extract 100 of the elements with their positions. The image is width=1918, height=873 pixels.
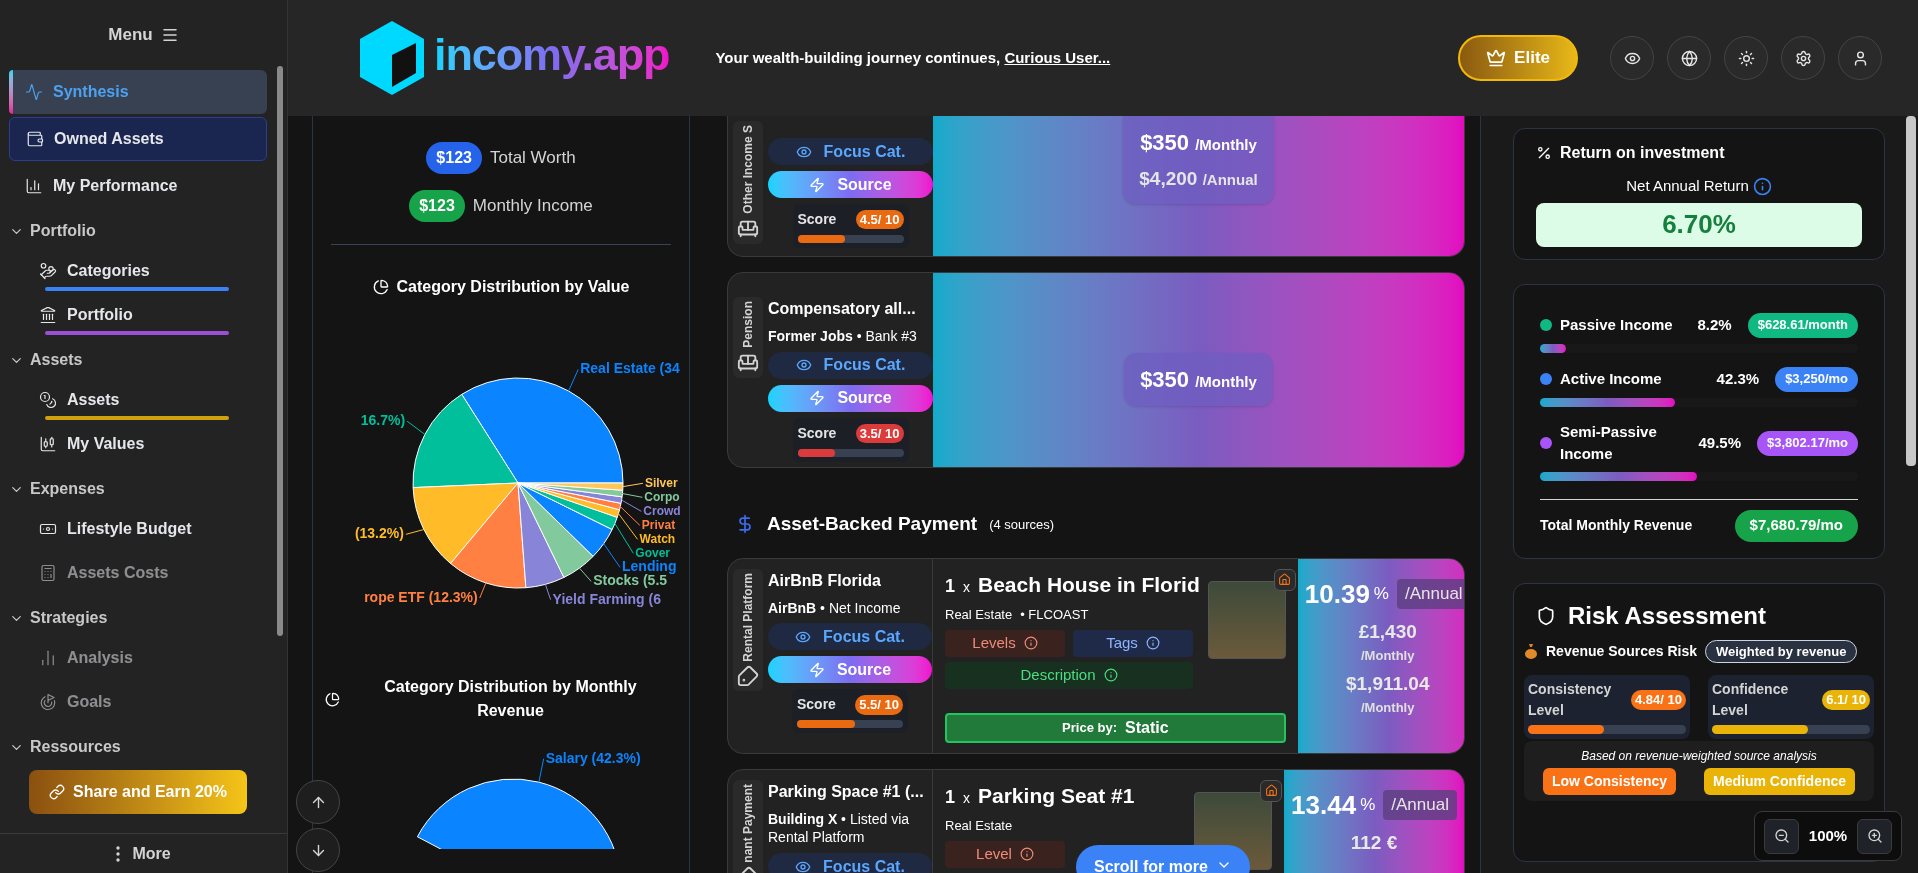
sun-button[interactable] [1724, 36, 1768, 80]
asset-quantity: 1 [945, 785, 955, 809]
income-amount: $3,802.17/mo [1757, 430, 1858, 456]
nav-item[interactable]: My Values [9, 422, 267, 466]
bank-icon [39, 306, 57, 324]
levels-button[interactable]: Level [945, 840, 1065, 868]
globe-button[interactable] [1667, 36, 1711, 80]
source-button[interactable]: Source [768, 384, 933, 412]
metric-label: Consistency Level [1528, 680, 1613, 720]
source-title: Compensatory all... [768, 299, 917, 319]
source-button[interactable]: Source [768, 171, 933, 198]
slice-label: Corpo [644, 490, 680, 505]
menu-icon[interactable] [160, 26, 179, 44]
scroll-for-more-button[interactable]: Scroll for more [1076, 845, 1250, 873]
income-amount: $628.61/month [1747, 312, 1858, 338]
source-subtitle: Former Jobs • Bank #3 [768, 327, 918, 346]
source-button[interactable]: Source [768, 656, 932, 684]
info-icon [1103, 668, 1118, 682]
category-label: nant Payment [740, 783, 756, 863]
welcome-message: Your wealth-building journey continues, Curious User... [715, 47, 1111, 68]
focus-category-button[interactable]: Focus Cat. [768, 351, 933, 379]
nav-item[interactable]: Assets [9, 378, 267, 422]
focus-category-button[interactable]: Focus Cat. [768, 853, 932, 873]
leader-line [538, 758, 545, 783]
settings-icon [1794, 49, 1812, 67]
source-title: AirBnB Florida [768, 570, 882, 591]
asset-quantity: 1 [945, 574, 955, 598]
nav-item[interactable]: My Performance [9, 164, 267, 208]
lightning-icon [809, 176, 826, 193]
page-scrollbar[interactable] [1906, 116, 1916, 466]
levels-button[interactable]: Levels [945, 629, 1065, 657]
leader-line [578, 567, 592, 582]
slice-label: rope ETF (12.3%) [364, 589, 478, 605]
risk-note: Based on revenue-weighted source analysis [1581, 748, 1817, 765]
yield-unit: % [1373, 583, 1389, 606]
active-indicator [9, 70, 13, 114]
amount-text: £1,430 [1358, 619, 1417, 644]
source-subtitle: AirBnB • Net Income [768, 598, 902, 618]
description-button[interactable]: Description [945, 661, 1193, 689]
score-badge: 5.5/ 10 [855, 695, 903, 715]
amount-text: 112 € [1350, 830, 1398, 855]
amount-unit: /Monthly [1361, 699, 1415, 717]
user-link[interactable]: Curious User... [1004, 48, 1111, 66]
slice-label: Privat [641, 518, 676, 533]
period-badge: /Annual [1397, 579, 1464, 609]
nav-item[interactable]: Synthesis [9, 70, 267, 114]
category-label: Pension [740, 301, 756, 348]
leader-line [622, 482, 644, 488]
chart-title: Category Distribution by Monthly Revenue [383, 677, 638, 721]
yield-unit: % [1360, 794, 1376, 817]
source-subtitle: Building X • Listed via Rental Platform [768, 809, 911, 848]
card-title: Risk Assessment [1568, 600, 1766, 631]
zoom-out-icon [1773, 828, 1790, 844]
calculator-icon [39, 564, 57, 582]
nav-item[interactable]: Categories [9, 249, 267, 293]
more-icon [116, 845, 121, 862]
amount-text: $350 /Monthly [1140, 366, 1257, 394]
category-label: Other Income S [740, 125, 756, 214]
card-title: Return on investment [1560, 143, 1725, 163]
settings-button[interactable] [1781, 36, 1825, 80]
leader-line [406, 420, 426, 435]
asset-type: Real Estate [945, 606, 1013, 624]
section-header[interactable]: Assets [9, 342, 267, 378]
scrollbar[interactable] [277, 66, 283, 636]
user-button[interactable] [1838, 36, 1882, 80]
income-type-label: Active Income [1560, 368, 1663, 389]
asset-name: Parking Seat #1 [978, 782, 1135, 809]
sun-icon [1737, 49, 1755, 67]
total-label: Total Monthly Revenue [1540, 516, 1693, 535]
income-type-label: Semi-Passive Income [1560, 421, 1658, 464]
nav-item[interactable]: Owned Assets [9, 117, 267, 161]
leader-line [479, 582, 487, 599]
nav-item[interactable]: Portfolio [9, 293, 267, 337]
summary-label: Monthly Income [472, 195, 593, 218]
activity-icon [25, 83, 43, 101]
section-header[interactable]: Expenses [9, 471, 267, 507]
bar-chart-icon [39, 649, 57, 667]
focus-category-button[interactable]: Focus Cat. [768, 623, 932, 651]
section-header[interactable]: Ressources [9, 729, 267, 765]
tags-button[interactable]: Tags [1073, 629, 1193, 657]
focus-category-button[interactable]: Focus Cat. [768, 138, 933, 165]
bar-chart-icon [25, 177, 43, 195]
section-header[interactable]: Portfolio [9, 213, 267, 249]
candlestick-icon [39, 435, 57, 453]
leader-line [405, 529, 425, 535]
period-badge: /Annual [1383, 790, 1457, 820]
nav-item[interactable]: Lifestyle Budget [9, 507, 267, 551]
amount-text: $1,911.04 [1345, 671, 1430, 696]
link-icon [49, 784, 66, 800]
more-button[interactable]: More [0, 833, 287, 873]
section-header[interactable]: Strategies [9, 600, 267, 636]
eye-button[interactable] [1610, 36, 1654, 80]
zoom-in-button[interactable] [1857, 818, 1892, 854]
target-icon [39, 693, 57, 711]
slice-label: 16.7%) [360, 412, 406, 429]
info-icon [1752, 176, 1772, 196]
zoom-out-button[interactable] [1764, 818, 1799, 854]
chart-title: Category Distribution by Value [396, 277, 630, 297]
source-count: (4 sources) [989, 515, 1055, 534]
section-title: Asset-Backed Payment [767, 512, 978, 536]
